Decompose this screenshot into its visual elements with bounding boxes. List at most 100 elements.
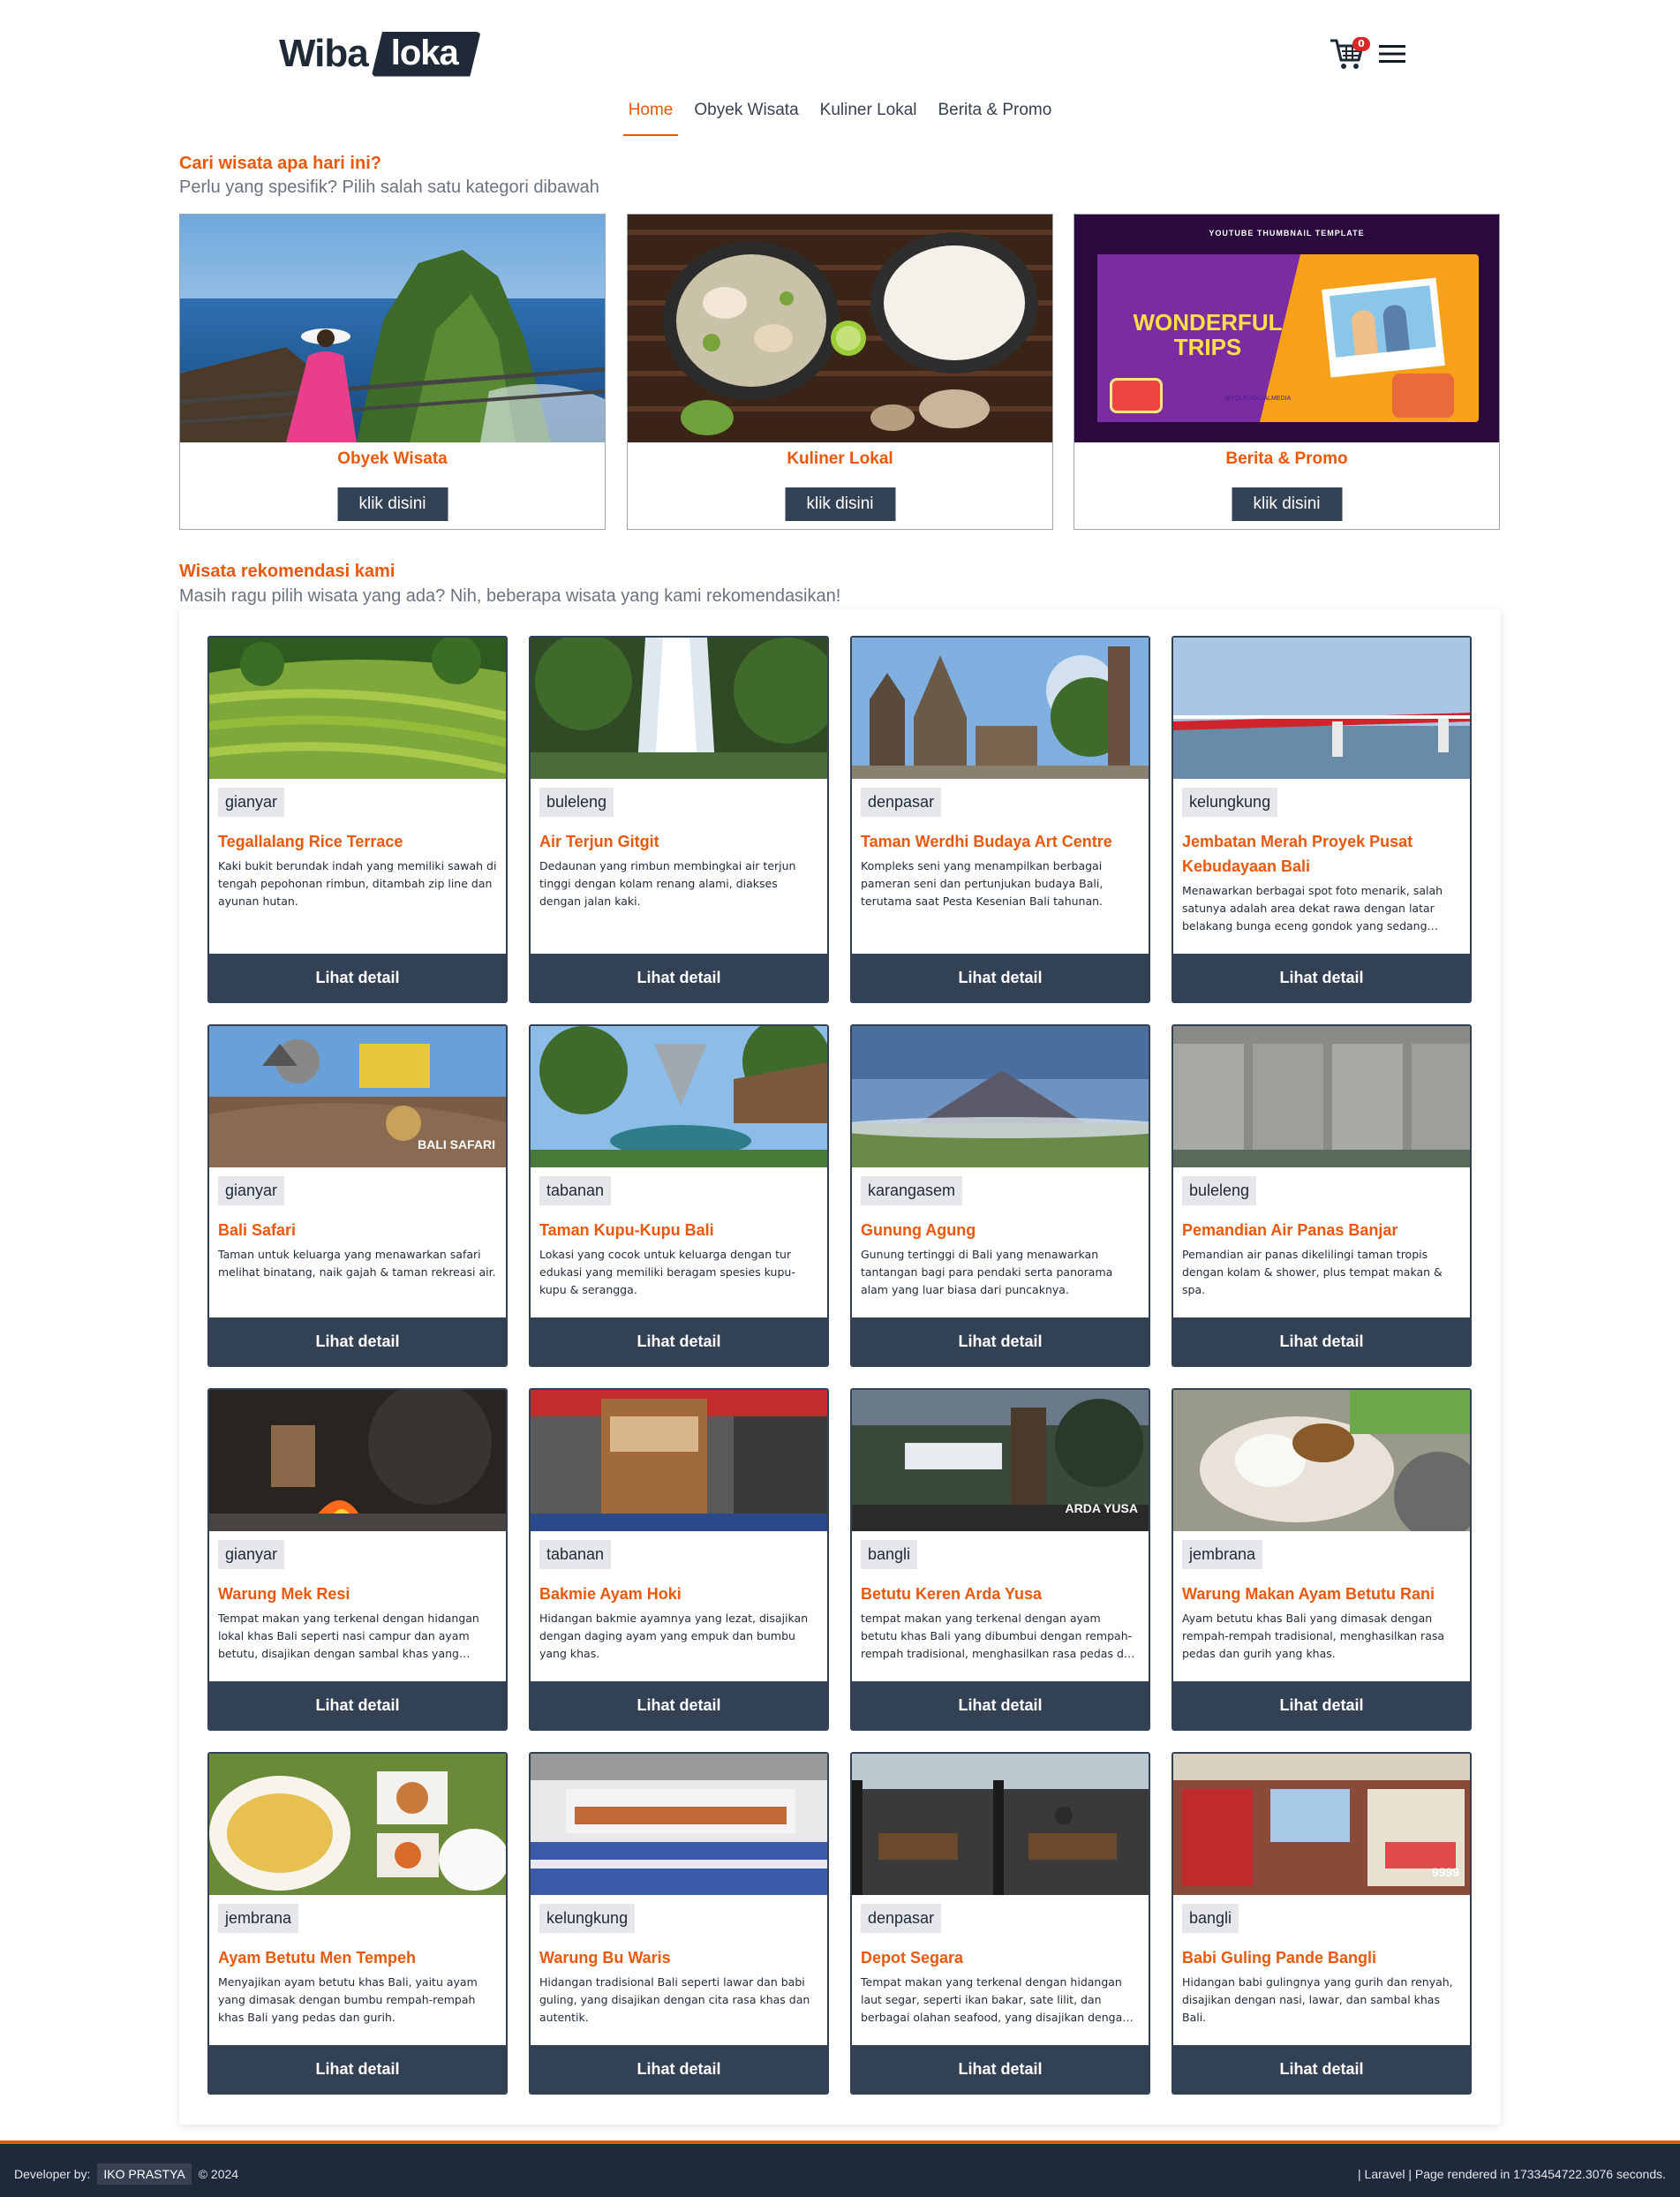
place-description: Lokasi yang cocok untuk keluarga dengan … (539, 1248, 795, 1296)
region-tag[interactable]: denpasar (861, 1904, 942, 1933)
nav-kuliner-lokal[interactable]: Kuliner Lokal (815, 99, 923, 134)
nav-berita-promo[interactable]: Berita & Promo (932, 99, 1057, 134)
place-description: Menyajikan ayam betutu khas Bali, yaitu … (218, 1975, 478, 2024)
place-image (1173, 1390, 1470, 1531)
detail-button[interactable]: Lihat detail (1173, 954, 1470, 1001)
detail-button[interactable]: Lihat detail (209, 1317, 506, 1365)
category-title: Kuliner Lokal (787, 449, 893, 468)
detail-button[interactable]: Lihat detail (1173, 2045, 1470, 2093)
region-tag[interactable]: gianyar (218, 788, 285, 817)
place-image (531, 1390, 827, 1531)
detail-button[interactable]: Lihat detail (1173, 1681, 1470, 1729)
region-tag[interactable]: tabanan (539, 1176, 612, 1205)
site-footer: Developer by: IKO PRASTYA © 2024 | Larav… (0, 2144, 1680, 2197)
place-description: Gunung tertinggi di Bali yang menawarkan… (861, 1248, 1113, 1296)
place-image: 9999 (1173, 1754, 1470, 1895)
detail-button[interactable]: Lihat detail (531, 954, 827, 1001)
place-description: tempat makan yang terkenal dengan ayam b… (861, 1612, 1138, 1660)
region-tag[interactable]: kelungkung (539, 1904, 636, 1933)
place-body: denpasar Taman Werdhi Budaya Art Centre Ko… (852, 779, 1149, 910)
cart-count-badge: 0 (1352, 37, 1370, 51)
place-body: kelungkung Warung Bu Waris Hidangan tradis… (531, 1895, 827, 2027)
detail-button[interactable]: Lihat detail (209, 1681, 506, 1729)
place-image (531, 638, 827, 779)
place-body: tabanan Bakmie Ayam Hoki Hidangan bakmie a… (531, 1531, 827, 1663)
detail-button[interactable]: Lihat detail (852, 1681, 1149, 1729)
category-card-berita-promo: YOUTUBE THUMBNAIL TEMPLATE WONDERFUL TRI… (1074, 214, 1500, 530)
place-description: Kaki bukit berundak indah yang memiliki … (218, 859, 497, 908)
detail-button[interactable]: Lihat detail (1173, 1317, 1470, 1365)
place-description: Hidangan bakmie ayamnya yang lezat, disa… (539, 1612, 809, 1660)
category-button-kuliner-lokal[interactable]: klik disini (785, 487, 895, 521)
place-body: karangasem Gunung Agung Gunung tertinggi d… (852, 1167, 1149, 1299)
place-image (209, 1754, 506, 1895)
detail-button[interactable]: Lihat detail (852, 1317, 1149, 1365)
place-image: ARDA YUSA (852, 1390, 1149, 1531)
category-button-obyek-wisata[interactable]: klik disini (337, 487, 448, 521)
place-body: kelungkung Jembatan Merah Proyek Pusat Ke… (1173, 779, 1470, 935)
nav-home[interactable]: Home (622, 99, 679, 136)
place-description: Taman untuk keluarga yang menawarkan saf… (218, 1248, 496, 1279)
brand-part1: Wiba (279, 32, 369, 75)
thumb-suitcase (1392, 374, 1454, 418)
region-tag[interactable]: jembrana (1182, 1540, 1263, 1569)
category-card-kuliner-lokal: Kuliner Lokal klik disini (627, 214, 1053, 530)
place-title: Pemandian Air Panas Banjar (1182, 1221, 1398, 1239)
site-header: Wiba loka 0 (0, 0, 1680, 106)
brand-logo[interactable]: Wiba loka (279, 30, 481, 78)
developer-name-badge[interactable]: IKO PRASTYA (97, 2163, 192, 2185)
detail-button[interactable]: Lihat detail (209, 954, 506, 1001)
place-title: Taman Werdhi Budaya Art Centre (861, 833, 1112, 850)
region-tag[interactable]: karangasem (861, 1176, 963, 1205)
copyright-year: © 2024 (198, 2167, 239, 2181)
category-button-berita-promo[interactable]: klik disini (1232, 487, 1342, 521)
place-image-text: ARDA YUSA (1065, 1501, 1138, 1515)
region-tag[interactable]: buleleng (539, 788, 614, 817)
region-tag[interactable]: gianyar (218, 1540, 285, 1569)
thumb-photo (1322, 277, 1445, 378)
search-section-subtitle: Perlu yang spesifik? Pilih salah satu ka… (179, 177, 599, 197)
region-tag[interactable]: denpasar (861, 788, 942, 817)
place-image-text: 9999 (1431, 1865, 1459, 1879)
region-tag[interactable]: bangli (1182, 1904, 1239, 1933)
place-body: denpasar Depot Segara Tempat makan yang te… (852, 1895, 1149, 2027)
menu-icon[interactable] (1379, 43, 1405, 64)
region-tag[interactable]: bangli (861, 1540, 918, 1569)
detail-button[interactable]: Lihat detail (531, 2045, 827, 2093)
place-card: buleleng Air Terjun Gitgit Dedaunan yang r… (529, 636, 829, 1003)
render-info: | Laravel | Page rendered in 1733454722.… (1358, 2167, 1666, 2181)
place-card: BALI SAFARI gianyar Bali Safari Taman untuk… (207, 1024, 508, 1367)
nav-obyek-wisata[interactable]: Obyek Wisata (689, 99, 803, 134)
place-title: Warung Bu Waris (539, 1949, 671, 1967)
detail-button[interactable]: Lihat detail (531, 1317, 827, 1365)
place-body: jembrana Warung Makan Ayam Betutu Rani Aya… (1173, 1531, 1470, 1663)
place-image (209, 1390, 506, 1531)
place-body: bangli Babi Guling Pande Bangli Hidangan b… (1173, 1895, 1470, 2027)
place-description: Menawarkan berbagai spot foto menarik, s… (1182, 884, 1443, 932)
place-title: Gunung Agung (861, 1221, 976, 1239)
brand-part2: loka (371, 31, 481, 77)
place-card: tabanan Taman Kupu-Kupu Bali Lokasi yang c… (529, 1024, 829, 1367)
detail-button[interactable]: Lihat detail (531, 1681, 827, 1729)
category-card-obyek-wisata: Obyek Wisata klik disini (179, 214, 606, 530)
region-tag[interactable]: gianyar (218, 1176, 285, 1205)
region-tag[interactable]: tabanan (539, 1540, 612, 1569)
place-image (852, 1754, 1149, 1895)
place-card: gianyar Tegallalang Rice Terrace Kaki buki… (207, 636, 508, 1003)
region-tag[interactable]: jembrana (218, 1904, 299, 1933)
place-title: Taman Kupu-Kupu Bali (539, 1221, 714, 1239)
category-image-food (628, 215, 1052, 442)
place-card: kelungkung Warung Bu Waris Hidangan tradis… (529, 1752, 829, 2095)
place-card: 9999 bangli Babi Guling Pande Bangli Hidang… (1171, 1752, 1472, 2095)
detail-button[interactable]: Lihat detail (852, 954, 1149, 1001)
place-body: gianyar Tegallalang Rice Terrace Kaki buki… (209, 779, 506, 910)
place-card: jembrana Warung Makan Ayam Betutu Rani Aya… (1171, 1388, 1472, 1731)
place-description: Ayam betutu khas Bali yang dimasak denga… (1182, 1612, 1445, 1660)
region-tag[interactable]: buleleng (1182, 1176, 1257, 1205)
place-image (1173, 1026, 1470, 1167)
detail-button[interactable]: Lihat detail (852, 2045, 1149, 2093)
detail-button[interactable]: Lihat detail (209, 2045, 506, 2093)
place-card: denpasar Taman Werdhi Budaya Art Centre Ko… (850, 636, 1150, 1003)
region-tag[interactable]: kelungkung (1182, 788, 1278, 817)
thumb-top-text: YOUTUBE THUMBNAIL TEMPLATE (1209, 229, 1365, 238)
